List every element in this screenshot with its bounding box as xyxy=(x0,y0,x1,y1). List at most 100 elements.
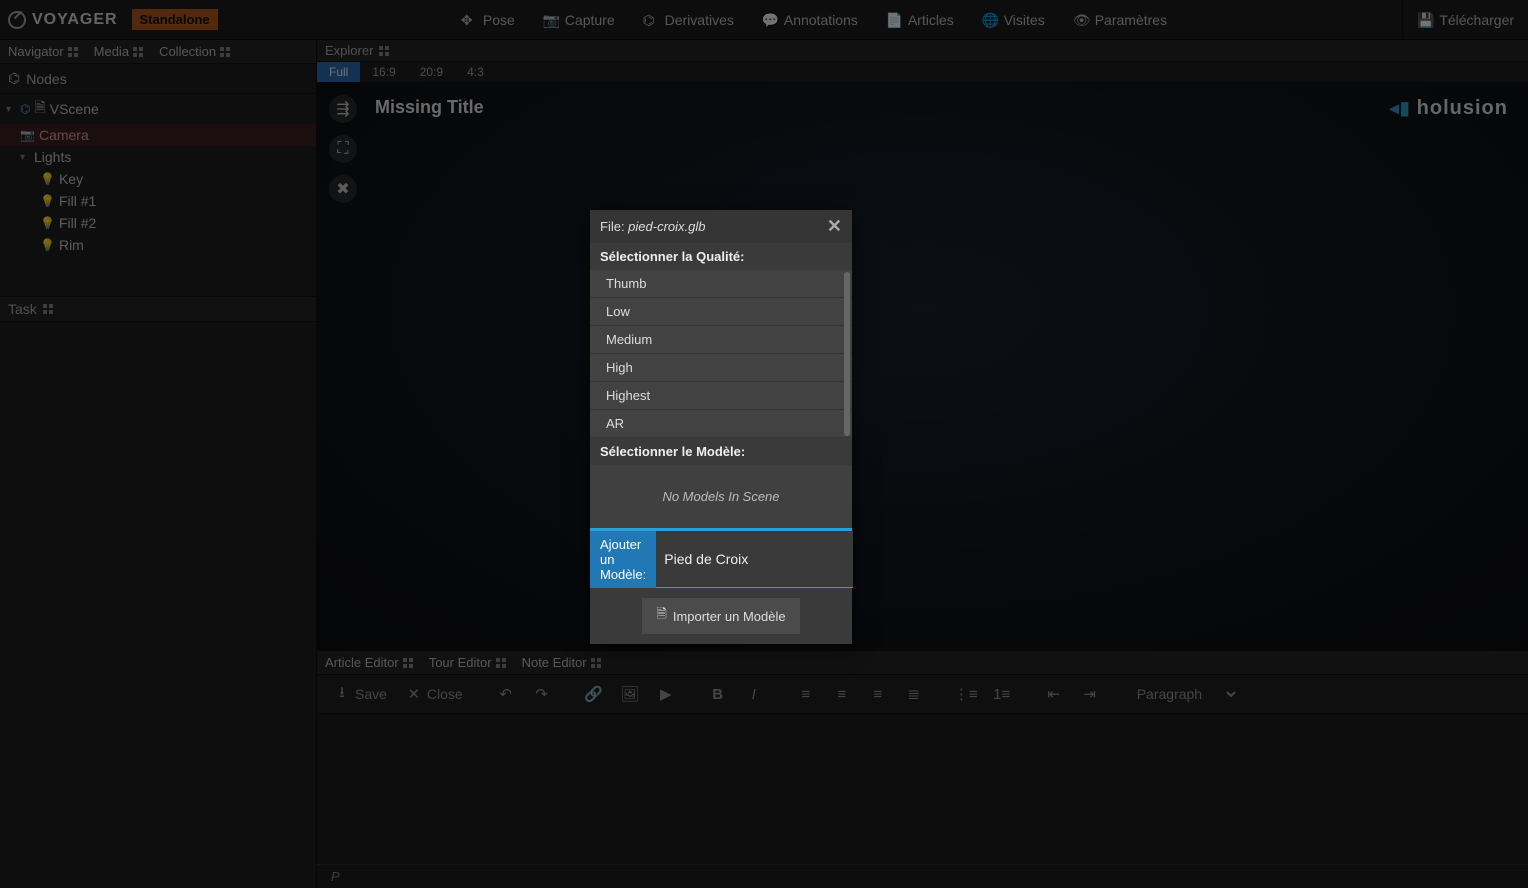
tree-fill2-label: Fill #2 xyxy=(59,215,96,231)
paragraph-select[interactable]: Paragraph xyxy=(1127,681,1239,707)
video-button[interactable]: ▶ xyxy=(651,681,681,707)
camera-icon: 📷 xyxy=(543,12,559,28)
undo-button[interactable]: ↶ xyxy=(491,681,521,707)
tab-tour-editor[interactable]: Tour Editor xyxy=(421,651,514,674)
bold-button[interactable]: B xyxy=(703,681,733,707)
derivatives-label: Derivatives xyxy=(665,12,734,28)
editor-save-button[interactable]: ⭳Save xyxy=(327,681,393,707)
quality-highest[interactable]: Highest xyxy=(590,382,852,410)
tab-article-label: Article Editor xyxy=(325,655,399,670)
app-name: VOYAGER xyxy=(32,11,118,29)
grid-icon xyxy=(591,658,601,668)
grid-icon xyxy=(43,304,53,314)
align-left-button[interactable]: ≡ xyxy=(791,681,821,707)
tree-light-fill2[interactable]: 💡Fill #2 xyxy=(0,212,316,234)
scene-icon: ⌬ xyxy=(20,102,30,116)
import-btn-label: Importer un Modèle xyxy=(673,609,786,624)
add-model-input[interactable] xyxy=(656,531,853,588)
outdent-icon: ⇤ xyxy=(1045,685,1063,703)
derivatives-button[interactable]: ⌬Derivatives xyxy=(629,0,748,40)
number-list-icon: 1≡ xyxy=(993,685,1011,703)
scrollbar[interactable] xyxy=(844,272,850,436)
telecharger-button[interactable]: 💾Télécharger xyxy=(1402,0,1528,40)
viewport[interactable]: ⇶ ⛶ ✖ Missing Title ◂▮holusion xyxy=(317,83,1528,650)
articles-button[interactable]: 📄 Articles xyxy=(872,0,968,40)
align-justify-button[interactable]: ≣ xyxy=(899,681,929,707)
editor-close-button[interactable]: ✕Close xyxy=(399,681,469,707)
grid-icon xyxy=(68,47,78,57)
number-list-button[interactable]: 1≡ xyxy=(987,681,1017,707)
explorer-header: Explorer xyxy=(317,40,1528,62)
aspect-20-9[interactable]: 20:9 xyxy=(408,62,455,82)
bulb-icon: 💡 xyxy=(40,172,55,186)
visites-button[interactable]: 🌐 Visites xyxy=(968,0,1059,40)
redo-button[interactable]: ↷ xyxy=(527,681,557,707)
compass-icon xyxy=(8,11,26,29)
align-right-button[interactable]: ≡ xyxy=(863,681,893,707)
align-center-button[interactable]: ≡ xyxy=(827,681,857,707)
viewport-title: Missing Title xyxy=(375,97,484,118)
share-button[interactable]: ⇶ xyxy=(329,95,357,123)
tab-media-label: Media xyxy=(94,44,129,59)
video-icon: ▶ xyxy=(657,685,675,703)
editor-status-path: P xyxy=(317,864,1528,888)
tools-button[interactable]: ✖ xyxy=(329,175,357,203)
aspect-16-9[interactable]: 16:9 xyxy=(360,62,407,82)
quality-low[interactable]: Low xyxy=(590,298,852,326)
parametres-button[interactable]: 👁Paramètres xyxy=(1059,0,1181,40)
indent-button[interactable]: ⇥ xyxy=(1075,681,1105,707)
tree-lights[interactable]: ▾Lights xyxy=(0,146,316,168)
tree-camera[interactable]: 📷Camera xyxy=(0,124,316,146)
modal-close-button[interactable]: ✕ xyxy=(827,216,842,237)
image-button[interactable]: 🖼 xyxy=(615,681,645,707)
pose-button[interactable]: ✥Pose xyxy=(447,0,529,40)
align-center-icon: ≡ xyxy=(833,685,851,703)
capture-button[interactable]: 📷Capture xyxy=(529,0,629,40)
bulb-icon: 💡 xyxy=(40,194,55,208)
document-icon: 📄 xyxy=(886,12,902,28)
tree-lights-label: Lights xyxy=(34,149,71,165)
scene-tree: ▾⌬🗎VScene 📷Camera ▾Lights 💡Key 💡Fill #1 … xyxy=(0,94,316,256)
quality-high[interactable]: High xyxy=(590,354,852,382)
indent-icon: ⇥ xyxy=(1081,685,1099,703)
comment-icon: 💬 xyxy=(762,12,778,28)
articles-label: Articles xyxy=(908,12,954,28)
grid-icon xyxy=(133,47,143,57)
tab-note-editor[interactable]: Note Editor xyxy=(514,651,609,674)
globe-icon: 🌐 xyxy=(982,12,998,28)
tab-article-editor[interactable]: Article Editor xyxy=(317,651,421,674)
tree-light-rim[interactable]: 💡Rim xyxy=(0,234,316,256)
italic-button[interactable]: I xyxy=(739,681,769,707)
explorer-header-label: Explorer xyxy=(325,43,373,58)
tab-collection[interactable]: Collection xyxy=(151,40,238,63)
modal-file-name: pied-croix.glb xyxy=(628,219,705,234)
quality-thumb[interactable]: Thumb xyxy=(590,270,852,298)
task-header-label: Task xyxy=(8,301,37,317)
bottom-tabs: Article Editor Tour Editor Note Editor xyxy=(317,650,1528,675)
aspect-full[interactable]: Full xyxy=(317,62,360,82)
fullscreen-button[interactable]: ⛶ xyxy=(329,135,357,163)
link-button[interactable]: 🔗 xyxy=(579,681,609,707)
tree-scene[interactable]: ▾⌬🗎VScene xyxy=(0,94,316,124)
bullet-list-button[interactable]: ⋮≡ xyxy=(951,681,981,707)
tab-media[interactable]: Media xyxy=(86,40,151,63)
tree-light-key[interactable]: 💡Key xyxy=(0,168,316,190)
fullscreen-icon: ⛶ xyxy=(337,140,348,158)
editor-content[interactable] xyxy=(317,714,1528,864)
tab-navigator[interactable]: Navigator xyxy=(0,40,86,63)
annotations-button[interactable]: 💬 Annotations xyxy=(748,0,872,40)
task-header[interactable]: Task xyxy=(0,296,316,322)
bulb-icon: 💡 xyxy=(40,238,55,252)
grid-icon xyxy=(379,46,389,56)
visites-label: Visites xyxy=(1004,12,1045,28)
pose-label: Pose xyxy=(483,12,515,28)
outdent-button[interactable]: ⇤ xyxy=(1039,681,1069,707)
aspect-4-3[interactable]: 4:3 xyxy=(455,62,496,82)
left-tabs: Navigator Media Collection xyxy=(0,40,316,64)
annotations-label: Annotations xyxy=(784,12,858,28)
quality-medium[interactable]: Medium xyxy=(590,326,852,354)
tree-light-fill1[interactable]: 💡Fill #1 xyxy=(0,190,316,212)
import-model-button[interactable]: 🗎Importer un Modèle xyxy=(642,598,799,634)
quality-ar[interactable]: AR xyxy=(590,410,852,438)
align-left-icon: ≡ xyxy=(797,685,815,703)
